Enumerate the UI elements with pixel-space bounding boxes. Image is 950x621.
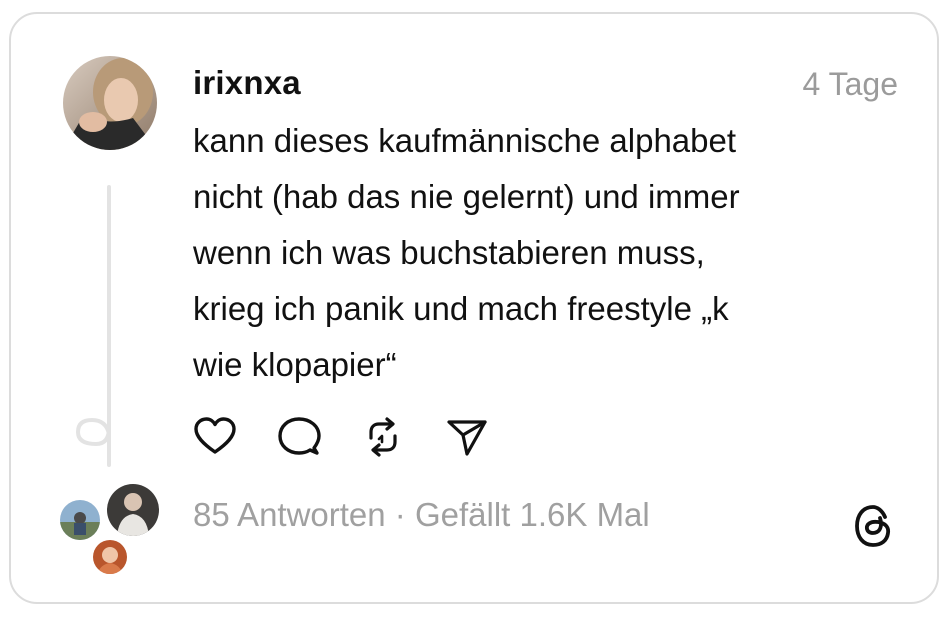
replies-count[interactable]: 85 Antworten [193, 496, 386, 533]
replier-avatar [105, 482, 161, 538]
post-stats: 85 Antworten · Gefällt 1.6K Mal [193, 496, 650, 534]
post-time: 4 Tage [802, 66, 899, 102]
replier-avatars[interactable] [58, 482, 168, 582]
send-icon[interactable] [444, 414, 490, 460]
post-text: kann dieses kaufmännische alphabet nicht… [193, 122, 740, 383]
likes-count[interactable]: Gefällt 1.6K Mal [415, 496, 650, 533]
username[interactable]: irixnxa [193, 64, 301, 102]
comment-icon[interactable] [276, 414, 322, 460]
author-avatar[interactable] [63, 56, 157, 150]
stats-separator: · [385, 496, 415, 533]
threads-logo-icon[interactable] [852, 502, 896, 550]
thread-loop-icon [75, 402, 111, 447]
heart-icon[interactable] [192, 414, 238, 460]
repost-icon[interactable] [360, 414, 406, 460]
replier-avatar [91, 538, 129, 576]
replier-avatar [58, 498, 102, 542]
